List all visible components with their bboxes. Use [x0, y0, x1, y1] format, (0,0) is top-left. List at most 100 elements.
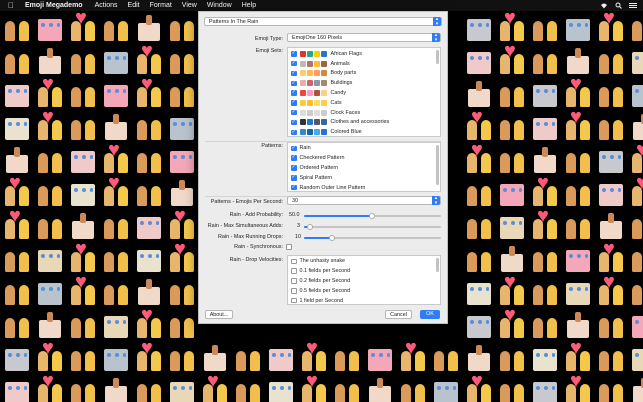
add-probability-label: Rain - Add Probability:: [229, 212, 283, 218]
heart-couple-emoji-icon: ♥: [134, 337, 164, 373]
checkbox[interactable]: ✓: [291, 60, 297, 67]
menu-help[interactable]: Help: [242, 0, 256, 11]
emoji-preview-icon: [313, 119, 320, 126]
heart-couple-emoji-icon: ♥: [596, 271, 626, 307]
couple-emoji-icon: [233, 376, 263, 402]
emoji-type-popup[interactable]: EmojiOne 160 Pixels ▴ ▾: [287, 33, 441, 42]
list-item[interactable]: ✓ Ordered Pattern: [288, 163, 440, 173]
building-emoji-icon: [2, 79, 32, 109]
heart-couple-emoji-icon: ♥: [2, 205, 32, 241]
list-item-label: Ordered Pattern: [299, 164, 339, 171]
list-item[interactable]: 0.2 fields per Second: [288, 276, 440, 286]
list-item[interactable]: ✓ Clothes and accessories: [288, 118, 440, 128]
emojis-per-second-popup[interactable]: 30 ▴ ▾: [287, 196, 441, 205]
church-emoji-icon: [35, 310, 65, 340]
max-adds-slider[interactable]: [304, 224, 441, 230]
checkbox[interactable]: ✓: [291, 109, 297, 116]
church-emoji-icon: [134, 13, 164, 43]
list-item[interactable]: 1 field per Second: [288, 296, 440, 304]
checkbox[interactable]: [291, 278, 297, 284]
list-item[interactable]: ✓ Random Outer Line Pattern: [288, 183, 440, 191]
church-emoji-icon: [563, 46, 593, 76]
ok-button[interactable]: OK: [420, 310, 440, 319]
slider-knob[interactable]: [329, 235, 335, 241]
building-emoji-icon: [134, 211, 164, 241]
scrollbar[interactable]: [436, 50, 439, 64]
list-item-label: Clock Faces: [330, 109, 361, 116]
checkbox[interactable]: ✓: [291, 155, 297, 161]
list-item[interactable]: ✓ African Flags: [288, 49, 440, 59]
couple-emoji-icon: [332, 343, 362, 373]
building-emoji-icon: [464, 46, 494, 76]
list-item-label: Body parts: [330, 70, 357, 77]
menu-view[interactable]: View: [182, 0, 197, 11]
checkbox[interactable]: [291, 297, 297, 304]
search-icon[interactable]: [615, 2, 622, 9]
cancel-button[interactable]: Cancel: [385, 310, 412, 319]
emoji-preview-icons: [299, 90, 327, 97]
menu-app-name[interactable]: Emoji Megademo: [25, 0, 83, 11]
checkbox[interactable]: ✓: [291, 145, 297, 152]
checkbox[interactable]: ✓: [291, 175, 297, 181]
list-item[interactable]: ✓ Spiral Pattern: [288, 173, 440, 183]
wifi-icon[interactable]: [600, 2, 608, 9]
building-emoji-icon: [167, 112, 197, 142]
checkbox[interactable]: ✓: [291, 119, 297, 126]
building-emoji-icon: [464, 13, 494, 43]
list-item[interactable]: ✓ Clock Faces: [288, 108, 440, 118]
scrollbar[interactable]: [436, 145, 439, 185]
synchronous-checkbox[interactable]: [286, 244, 292, 250]
building-emoji-icon: [530, 112, 560, 142]
list-item[interactable]: ✓ Animals: [288, 59, 440, 69]
max-drops-slider[interactable]: [304, 235, 441, 241]
list-item-label: Animals: [330, 60, 350, 67]
notification-center-icon[interactable]: [629, 2, 637, 9]
emoji-sets-list[interactable]: ✓ African Flags ✓ Animals ✓ Body parts ✓ Buildi…: [287, 47, 441, 137]
checkbox[interactable]: [291, 258, 297, 265]
checkbox[interactable]: ✓: [291, 165, 297, 171]
checkbox[interactable]: ✓: [291, 51, 297, 57]
preset-popup[interactable]: Patterns In The Rain ▴ ▾: [204, 17, 442, 26]
checkbox[interactable]: ✓: [291, 80, 297, 87]
checkbox[interactable]: [291, 288, 297, 294]
list-item[interactable]: ✓ Cats: [288, 98, 440, 108]
couple-emoji-icon: [35, 178, 65, 208]
list-item[interactable]: 0.5 fields per Second: [288, 286, 440, 296]
couple-emoji-icon: [596, 310, 626, 340]
list-item[interactable]: ✓ Rain: [288, 144, 440, 154]
list-item[interactable]: The unhasty snake: [288, 257, 440, 267]
about-button[interactable]: About...: [205, 310, 233, 319]
menu-window[interactable]: Window: [207, 0, 232, 11]
checkbox[interactable]: ✓: [291, 184, 297, 191]
apple-icon[interactable]: : [8, 0, 18, 11]
building-emoji-icon: [464, 277, 494, 307]
patterns-list[interactable]: ✓ Rain ✓ Checkered Pattern ✓ Ordered Pattern ✓…: [287, 142, 441, 192]
scrollbar[interactable]: [436, 258, 439, 272]
list-item[interactable]: ✓ Body parts: [288, 69, 440, 79]
add-probability-slider[interactable]: [304, 213, 441, 219]
list-item[interactable]: ✓ Colored Blue: [288, 127, 440, 136]
emoji-preview-icons: [299, 109, 327, 116]
slider-knob[interactable]: [369, 213, 375, 219]
slider-knob[interactable]: [307, 224, 313, 230]
list-item[interactable]: ✓ Checkered Pattern: [288, 153, 440, 163]
checkbox[interactable]: ✓: [291, 100, 297, 106]
menu-edit[interactable]: Edit: [128, 0, 140, 11]
list-item[interactable]: ✓ Candy: [288, 88, 440, 98]
emoji-preview-icon: [306, 119, 313, 126]
checkbox[interactable]: ✓: [291, 90, 297, 96]
checkbox[interactable]: ✓: [291, 70, 297, 77]
menu-format[interactable]: Format: [150, 0, 172, 11]
emojis-per-second-value: 30: [292, 198, 298, 204]
couple-emoji-icon: [497, 343, 527, 373]
checkbox[interactable]: [291, 268, 297, 274]
building-emoji-icon: [101, 310, 131, 340]
list-item[interactable]: 0.1 fields per Second: [288, 266, 440, 276]
list-item[interactable]: ✓ Buildings: [288, 78, 440, 88]
drop-velocities-list[interactable]: The unhasty snake 0.1 fields per Second 0.…: [287, 255, 441, 305]
checkbox[interactable]: ✓: [291, 129, 297, 136]
menu-actions[interactable]: Actions: [95, 0, 118, 11]
max-drops-label: Rain - Max Running Drops:: [217, 234, 283, 240]
heart-couple-emoji-icon: ♥: [497, 11, 527, 43]
heart-couple-emoji-icon: ♥: [134, 304, 164, 340]
